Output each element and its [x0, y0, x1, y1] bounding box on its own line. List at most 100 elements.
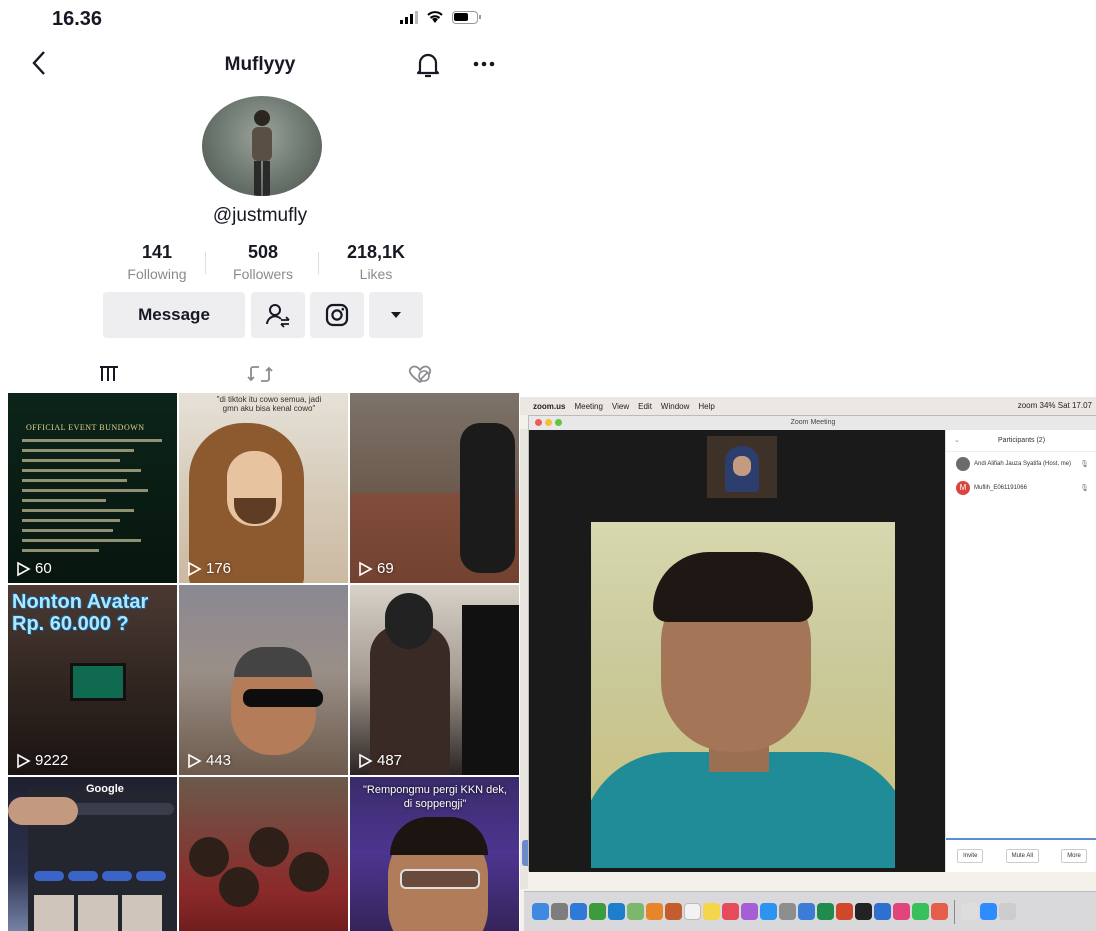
maps-icon[interactable]: [627, 903, 644, 920]
video-thumbnail[interactable]: "di tiktok itu cowo semua, jadi gmn aku …: [179, 393, 348, 583]
menu-view[interactable]: View: [612, 402, 629, 411]
play-icon: [17, 561, 31, 576]
podcasts-icon[interactable]: [741, 903, 758, 920]
video-thumbnail[interactable]: [179, 777, 348, 931]
chat-icon[interactable]: [893, 903, 910, 920]
microphone-icon[interactable]: 🎙: [1080, 460, 1089, 468]
tab-liked[interactable]: [340, 352, 500, 396]
chevron-down-icon[interactable]: ⌄: [954, 430, 960, 452]
participant-row[interactable]: M Muflih_E061191066 🎙: [946, 476, 1096, 500]
contacts-icon[interactable]: [665, 903, 682, 920]
tv-icon[interactable]: [855, 903, 872, 920]
suggested-dropdown-button[interactable]: [369, 292, 423, 338]
stat-likes-label: Likes: [359, 266, 393, 282]
microphone-icon[interactable]: 🎙: [1080, 484, 1089, 492]
view-count: 69: [357, 560, 394, 577]
status-icons: [400, 10, 481, 24]
stat-followers-label: Followers: [233, 266, 293, 282]
system-preferences-icon[interactable]: [779, 903, 796, 920]
self-video-thumbnail[interactable]: [707, 436, 777, 498]
photos-icon[interactable]: [646, 903, 663, 920]
more-icon[interactable]: [470, 52, 498, 76]
messages-icon[interactable]: [589, 903, 606, 920]
thumbnail-shape: [249, 827, 289, 867]
zoom-icon[interactable]: [980, 903, 997, 920]
menu-zoom-us[interactable]: zoom.us: [533, 402, 565, 411]
stat-following[interactable]: 141 Following: [107, 242, 207, 282]
word-icon[interactable]: [798, 903, 815, 920]
video-thumbnail[interactable]: OFFICIAL EVENT BUNDOWN 60: [8, 393, 177, 583]
stat-likes[interactable]: 218,1K Likes: [326, 242, 426, 282]
close-window-icon[interactable]: [535, 419, 542, 426]
view-count: 176: [186, 560, 231, 577]
tab-reposts[interactable]: [180, 352, 340, 396]
view-count-value: 69: [377, 560, 394, 577]
thumbnail-shape: [70, 663, 126, 701]
mute-all-button[interactable]: Mute All: [1005, 849, 1039, 863]
video-caption: Google: [86, 783, 124, 795]
powerpoint-icon[interactable]: [836, 903, 853, 920]
video-thumbnail[interactable]: "Rempongmu pergi KKN dek, di soppengji": [350, 777, 519, 931]
whatsapp-icon[interactable]: [912, 903, 929, 920]
caret-down-icon: [391, 312, 401, 318]
notes-icon[interactable]: [703, 903, 720, 920]
status-time: 16.36: [52, 8, 103, 30]
thumbnail-shape: [733, 456, 751, 476]
view-count: 487: [357, 752, 402, 769]
video-thumbnail[interactable]: Google: [8, 777, 177, 931]
participants-panel: ⌄ Participants (2) Andi Alifiah Jauza Sy…: [945, 430, 1096, 872]
invite-button[interactable]: Invite: [957, 849, 984, 863]
chevron-left-icon[interactable]: [28, 48, 52, 78]
menu-help[interactable]: Help: [698, 402, 714, 411]
video-caption: OFFICIAL EVENT BUNDOWN: [26, 423, 145, 432]
video-grid: OFFICIAL EVENT BUNDOWN 60 "di tiktok itu…: [8, 393, 519, 931]
launchpad-icon[interactable]: [551, 903, 568, 920]
app-icon[interactable]: [931, 903, 948, 920]
stat-following-label: Following: [127, 266, 187, 282]
dock-separator: [954, 899, 955, 924]
stat-followers[interactable]: 508 Followers: [213, 242, 313, 282]
video-thumbnail[interactable]: Nonton Avatar Rp. 60.000 ? 9222: [8, 585, 177, 775]
trash-icon[interactable]: [999, 903, 1016, 920]
follow-status-button[interactable]: [251, 292, 305, 338]
stat-following-value: 141: [141, 242, 173, 262]
excel-icon[interactable]: [817, 903, 834, 920]
participant-row[interactable]: Andi Alifiah Jauza Syatifa (Host, me) 🎙: [946, 452, 1096, 476]
username-handle: @justmufly: [212, 205, 308, 226]
thumbnail-shape: [219, 867, 259, 907]
music-icon[interactable]: [722, 903, 739, 920]
avatar-person-image: [252, 110, 272, 196]
video-thumbnail[interactable]: 69: [350, 393, 519, 583]
thumbnail-shape: [289, 852, 329, 892]
app-store-icon[interactable]: [760, 903, 777, 920]
active-speaker-video[interactable]: [591, 522, 895, 868]
safari-icon[interactable]: [570, 903, 587, 920]
calendar-icon[interactable]: [684, 903, 701, 920]
message-button[interactable]: Message: [103, 292, 245, 338]
instagram-button[interactable]: [310, 292, 364, 338]
video-thumbnail[interactable]: 443: [179, 585, 348, 775]
avatar[interactable]: [202, 96, 322, 196]
menubar-status: zoom 34% Sat 17.07: [1017, 401, 1092, 410]
window-controls: [535, 419, 562, 426]
more-button[interactable]: More: [1061, 849, 1087, 863]
maximize-window-icon[interactable]: [555, 419, 562, 426]
divider: [205, 252, 206, 274]
video-stage: [529, 430, 945, 872]
menu-window[interactable]: Window: [661, 402, 689, 411]
bell-icon[interactable]: [414, 50, 442, 80]
mail-icon[interactable]: [608, 903, 625, 920]
person-switch-icon: [266, 304, 290, 328]
minimize-window-icon[interactable]: [545, 419, 552, 426]
downloads-icon[interactable]: [961, 903, 978, 920]
video-thumbnail[interactable]: 487: [350, 585, 519, 775]
thumbnail-shape: [400, 869, 480, 889]
play-icon: [188, 561, 202, 576]
battery-icon: [452, 10, 481, 24]
video-caption: "di tiktok itu cowo semua, jadi gmn aku …: [216, 395, 322, 413]
finder-icon[interactable]: [532, 903, 549, 920]
menu-meeting[interactable]: Meeting: [574, 402, 602, 411]
tab-videos[interactable]: [30, 352, 190, 396]
outlook-icon[interactable]: [874, 903, 891, 920]
menu-edit[interactable]: Edit: [638, 402, 652, 411]
